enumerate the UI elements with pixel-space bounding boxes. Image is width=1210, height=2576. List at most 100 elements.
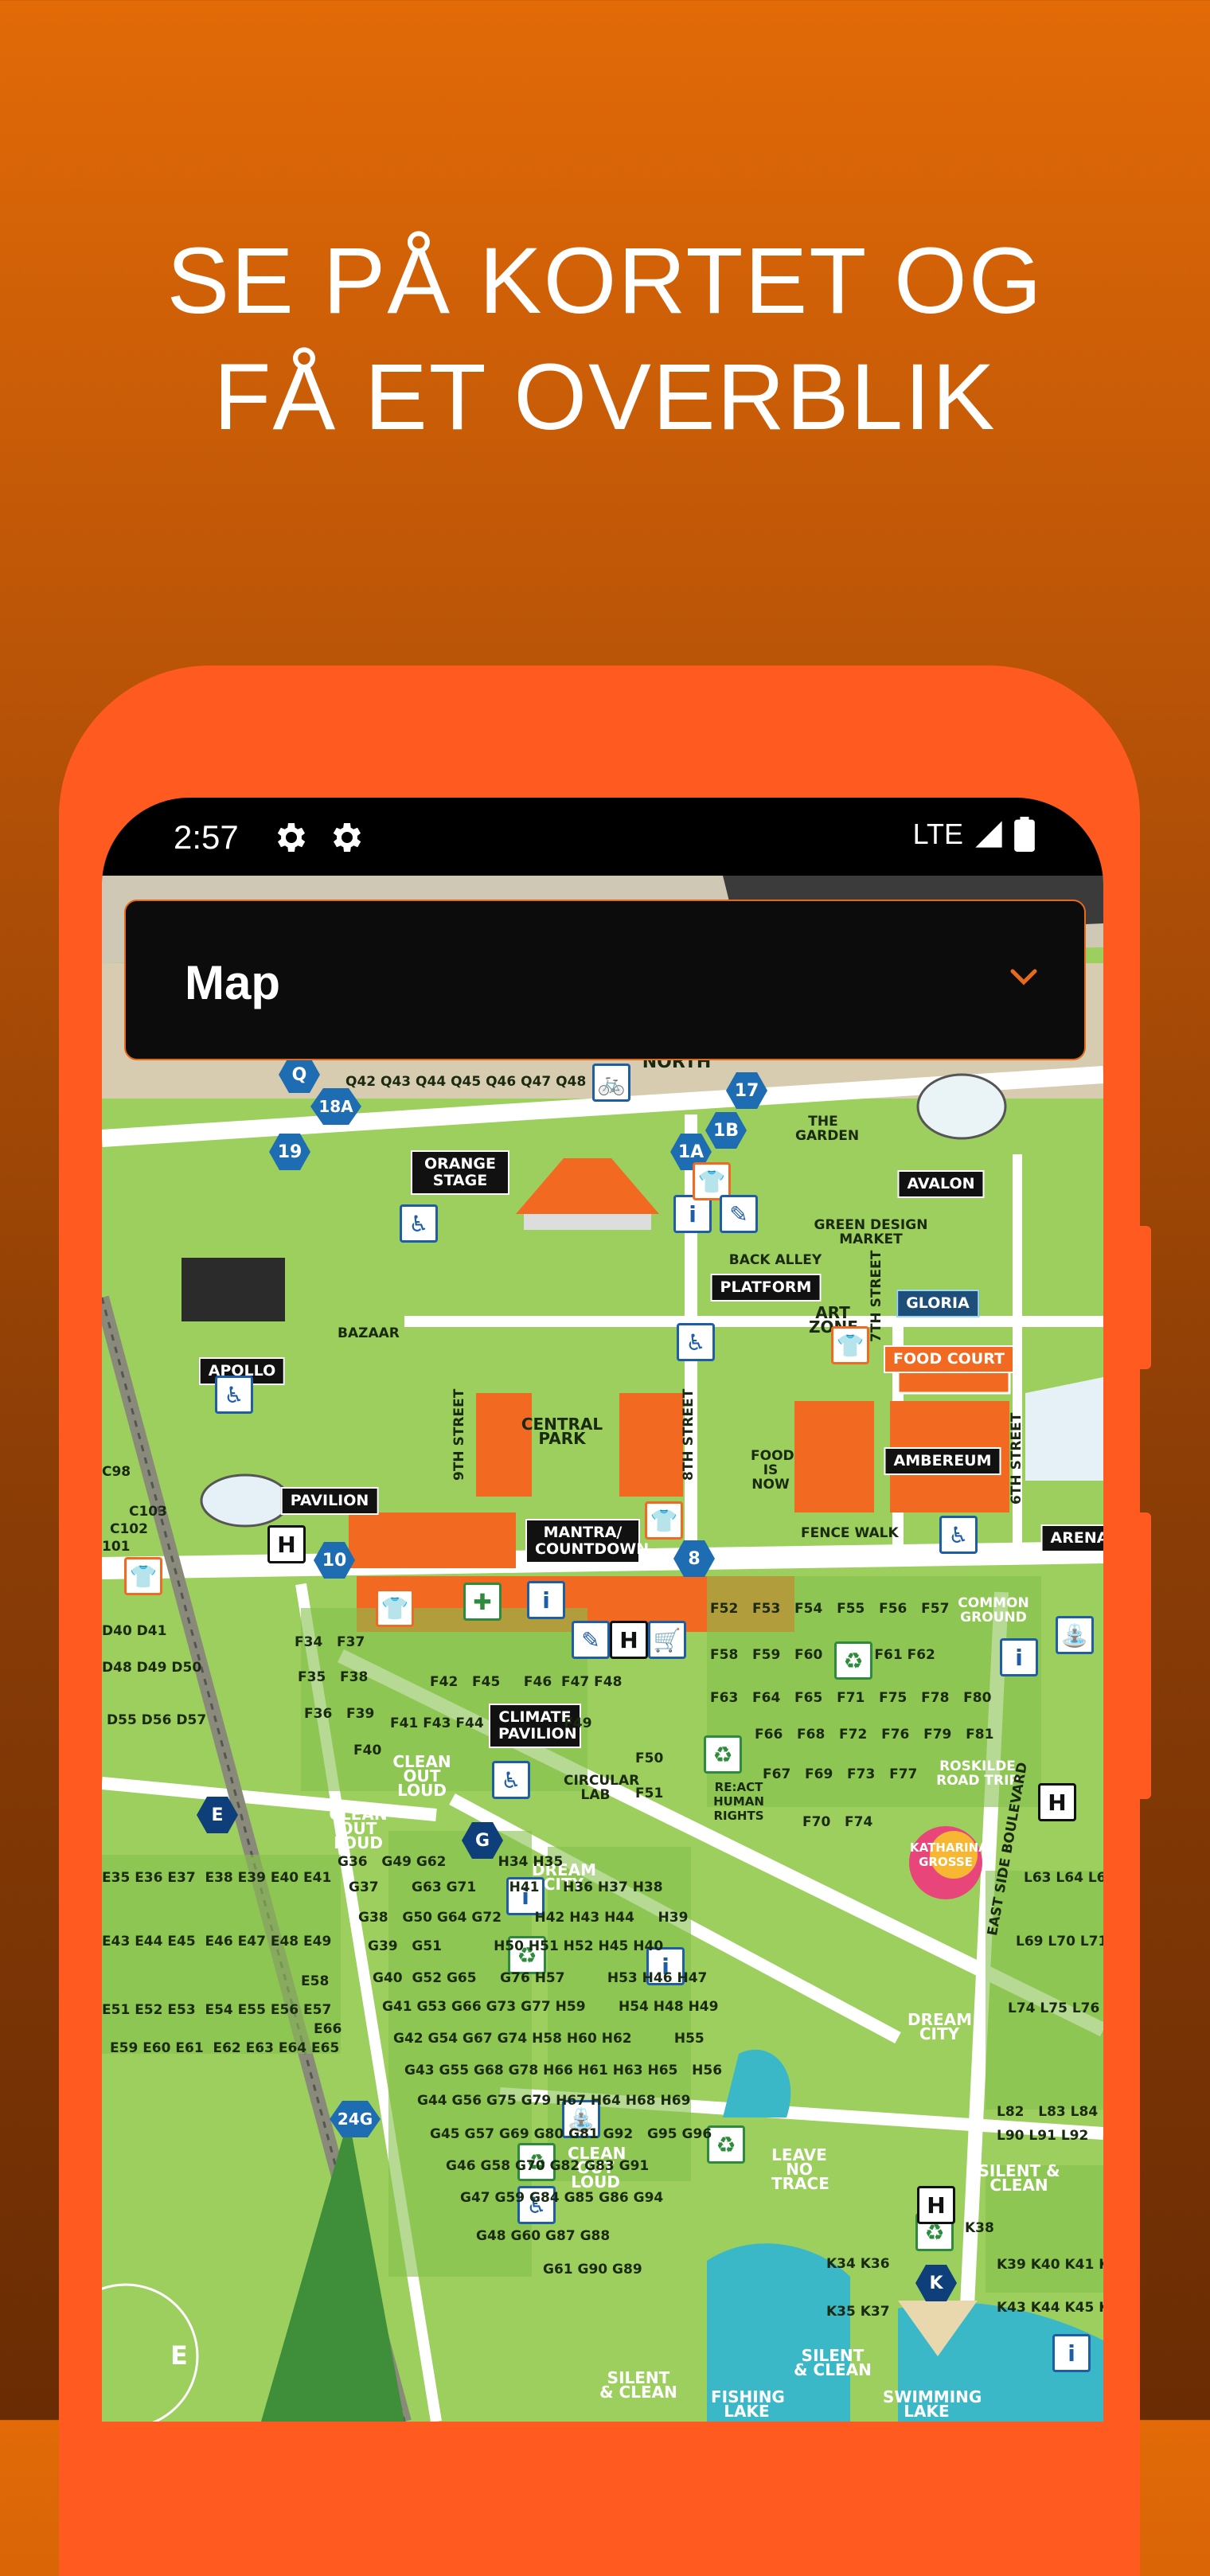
campsite-label: K35 K37 xyxy=(826,2304,890,2320)
festival-map[interactable]: ORANGE STAGE AVALON APOLLO ARENA GLORIA … xyxy=(102,876,1103,2422)
wheelchair-icon[interactable]: ♿ xyxy=(939,1516,978,1554)
campsite-label: K39 K40 K41 K4 xyxy=(997,2257,1103,2273)
status-bar: 2:57 LTE xyxy=(102,798,1103,876)
status-time: 2:57 xyxy=(174,818,239,856)
area-label-circular-lab: CIRCULAR LAB xyxy=(564,1773,640,1803)
campsite-label: F42 F45 F46 F47 F48 xyxy=(430,1674,623,1690)
stage-label-mantra-countdown[interactable]: MANTRA/ COUNTDOWN xyxy=(525,1519,649,1563)
stage-label-arena[interactable]: ARENA xyxy=(1040,1524,1103,1552)
area-label-swimming-lake: SWIMMING LAKE xyxy=(883,2387,982,2421)
merch-shirt-icon[interactable]: 👕 xyxy=(831,1326,869,1364)
info-icon[interactable]: i xyxy=(1052,2334,1091,2372)
area-label-fishing-lake: FISHING LAKE xyxy=(711,2387,785,2421)
merch-shirt-icon[interactable]: 👕 xyxy=(645,1501,683,1540)
campsite-label: G40 G52 G65 G76 H57 H53 H46 H47 xyxy=(373,1970,708,1986)
info-icon[interactable]: i xyxy=(673,1195,712,1233)
campsite-label: L90 L91 L92 xyxy=(997,2128,1089,2144)
area-label-green-design-market: GREEN DESIGN MARKET xyxy=(814,1217,928,1247)
recycle-icon[interactable]: ♻ xyxy=(704,1735,742,1774)
area-label-dream-city-east: DREAM CITY xyxy=(908,2010,973,2043)
street-label-9th: 9TH STREET xyxy=(451,1388,467,1481)
info-icon[interactable]: i xyxy=(527,1581,565,1619)
bike-icon[interactable]: 🚲 xyxy=(592,1064,630,1102)
campsite-label: D48 D49 D50 xyxy=(102,1660,202,1676)
stage-label-gloria[interactable]: GLORIA xyxy=(896,1290,979,1317)
wheelchair-icon[interactable]: ♿ xyxy=(400,1204,438,1243)
campsite-label: F51 xyxy=(635,1786,664,1801)
campsite-label: G36 G49 G62 H34 H35 xyxy=(338,1854,564,1870)
shower-icon[interactable]: ⛲ xyxy=(1056,1616,1094,1654)
headline-line-2: FÅ ET OVERBLIK xyxy=(213,345,997,450)
hospital-icon[interactable]: H xyxy=(610,1621,648,1659)
compass-label: E xyxy=(170,2340,188,2371)
campsite-label: L74 L75 L76 xyxy=(1008,2000,1100,2016)
chevron-down-icon[interactable] xyxy=(1008,968,1040,987)
campsite-label: D40 D41 xyxy=(102,1623,167,1639)
campsite-label: F58 F59 F60 F61 F62 xyxy=(710,1647,935,1663)
info-icon[interactable]: i xyxy=(1000,1638,1038,1676)
campsite-label: F41 F43 F44 F49 xyxy=(390,1715,592,1731)
campsite-label: F63 F64 F65 F71 F75 F78 F80 xyxy=(710,1690,992,1706)
street-label-6th: 6TH STREET xyxy=(1009,1412,1025,1505)
first-aid-icon[interactable]: ✚ xyxy=(463,1583,502,1621)
campsite-label: G43 G55 G68 G78 H66 H61 H63 H65 H56 xyxy=(404,2063,723,2078)
campsite-label: G46 G58 G70 G82 G83 G91 xyxy=(446,2158,650,2174)
campsite-label: G41 G53 G66 G73 G77 H59 H54 H48 H49 xyxy=(382,1999,719,2015)
campsite-label: K43 K44 K45 K4 xyxy=(997,2300,1103,2316)
campsite-label: F70 F74 xyxy=(802,1814,873,1830)
campsite-label: C103 xyxy=(129,1504,167,1520)
campsite-label: F50 xyxy=(635,1751,664,1766)
wheelchair-icon[interactable]: ♿ xyxy=(677,1323,715,1361)
campsite-label: G48 G60 G87 G88 xyxy=(476,2228,611,2244)
campsite-label: C102 xyxy=(110,1521,148,1537)
hospital-icon[interactable]: H xyxy=(1038,1783,1076,1821)
campsite-label: G44 G56 G75 G79 H67 H64 H68 H69 xyxy=(417,2093,691,2109)
promo-headline: SE PÅ KORTET OG FÅ ET OVERBLIK xyxy=(0,223,1210,455)
tools-icon[interactable]: ✎ xyxy=(720,1195,758,1233)
area-label-the-garden: THE GARDEN xyxy=(795,1114,860,1144)
campsite-label: E51 E52 E53 E54 E55 E56 E57 xyxy=(102,2002,332,2018)
campsite-label: D55 D56 D57 xyxy=(107,1712,207,1728)
stage-label-platform[interactable]: PLATFORM xyxy=(710,1274,822,1302)
gear-icon xyxy=(333,823,361,852)
area-label-food-court[interactable]: FOOD COURT xyxy=(884,1345,1014,1373)
network-label: LTE xyxy=(912,818,963,850)
campsite-label: L82 L83 L84 xyxy=(997,2104,1099,2120)
stage-label-ambereum[interactable]: AMBEREUM xyxy=(884,1447,1001,1475)
recycle-icon[interactable]: ♻ xyxy=(707,2125,745,2164)
cart-icon[interactable]: 🛒 xyxy=(648,1621,686,1659)
wheelchair-icon[interactable]: ♿ xyxy=(492,1761,530,1799)
stage-label-pavilion[interactable]: PAVILION xyxy=(280,1487,379,1515)
tools-icon[interactable]: ✎ xyxy=(572,1621,610,1659)
campsite-label: E43 E44 E45 E46 E47 E48 E49 xyxy=(102,1934,332,1950)
hospital-icon[interactable]: H xyxy=(917,2186,955,2224)
campsite-label: F67 F69 F73 F77 xyxy=(763,1766,918,1782)
area-label-silent-clean-south: SILENT & CLEAN xyxy=(794,2346,872,2379)
merch-shirt-icon[interactable]: 👕 xyxy=(124,1557,162,1595)
campsite-label: F40 xyxy=(353,1743,382,1758)
merch-shirt-icon[interactable]: 👕 xyxy=(376,1589,414,1627)
stage-label-orange-stage[interactable]: ORANGE STAGE xyxy=(411,1150,509,1195)
campsite-label: G45 G57 G69 G80 G81 G92 G95 G96 xyxy=(430,2126,712,2142)
headline-line-1: SE PÅ KORTET OG xyxy=(166,228,1044,334)
campsite-label: G61 G90 G89 xyxy=(543,2262,642,2277)
stage-label-avalon[interactable]: AVALON xyxy=(897,1170,985,1198)
map-view-selector[interactable]: Map xyxy=(124,900,1086,1060)
hospital-icon[interactable]: H xyxy=(267,1525,306,1563)
area-label-common-ground: COMMON GROUND xyxy=(958,1595,1029,1626)
area-label-clean-out-loud: CLEAN OUT LOUD xyxy=(392,1752,451,1800)
area-label-katharina-grosse: KATHARINA GROSSE xyxy=(910,1840,988,1869)
campsite-label: K38 xyxy=(965,2220,994,2236)
campsite-label: F35 F38 xyxy=(298,1669,369,1685)
campsite-label: F36 F39 xyxy=(304,1706,375,1722)
area-label-leave-no-trace: LEAVE NO TRACE xyxy=(771,2145,829,2193)
campsite-label: Q42 Q43 Q44 Q45 Q46 Q47 Q48 xyxy=(345,1074,587,1090)
campsite-label: E35 E36 E37 E38 E39 E40 E41 xyxy=(102,1870,332,1886)
wheelchair-icon[interactable]: ♿ xyxy=(215,1376,253,1414)
phone-screen: 2:57 LTE ORANGE STAGE AVALON APOLLO AREN… xyxy=(102,798,1103,2422)
campsite-label: E59 E60 E61 E62 E63 E64 E65 xyxy=(110,2040,340,2056)
area-label-central-park: CENTRAL PARK xyxy=(521,1415,603,1448)
campsite-label: F66 F68 F72 F76 F79 F81 xyxy=(755,1727,994,1743)
campsite-label: L63 L64 L6 xyxy=(1024,1870,1103,1886)
campsite-label: E66 xyxy=(314,2021,342,2037)
